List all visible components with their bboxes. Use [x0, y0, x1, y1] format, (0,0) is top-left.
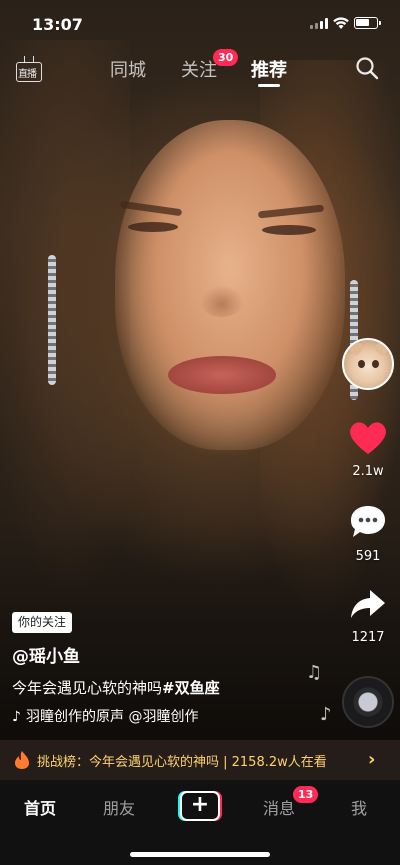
sound-marquee[interactable]: ♪ 羽瞳创作的原声 @羽瞳创作 — [12, 706, 216, 726]
following-tag: 你的关注 — [12, 612, 73, 633]
bottom-tab-bar: 首页 朋友 + 消息 13 我 — [0, 780, 400, 865]
share-arrow-icon — [351, 590, 385, 618]
challenge-text: 挑战榜：今年会遇见心软的神吗 | 2158.2w人在看 — [37, 755, 327, 770]
music-note-icon: ♫ — [306, 662, 323, 683]
comment-icon — [351, 506, 385, 537]
battery-icon — [354, 17, 381, 29]
tab-home[interactable]: 首页 — [24, 795, 56, 819]
tab-me[interactable]: 我 — [351, 795, 367, 819]
tab-following[interactable]: 关注 — [181, 56, 217, 82]
video-frame-face — [115, 120, 345, 450]
messages-badge: 13 — [293, 786, 319, 803]
caption-text: 今年会遇见心软的神吗 — [12, 679, 163, 697]
share-button[interactable]: 1217 — [342, 586, 394, 645]
tiktok-note-icon: ♪ — [12, 709, 21, 725]
tab-nearby[interactable]: 同城 — [110, 56, 146, 82]
video-frame-lips — [168, 356, 276, 394]
flame-icon — [15, 751, 29, 769]
plus-icon: + — [180, 791, 220, 821]
status-bar: 13:07 — [0, 0, 400, 48]
wifi-icon — [333, 17, 349, 29]
live-icon-label: 直播 — [18, 69, 37, 80]
tab-recommended[interactable]: 推荐 — [251, 56, 287, 82]
create-button[interactable]: + — [178, 791, 222, 821]
video-frame-nose — [200, 285, 244, 317]
top-nav: 直播 同城 关注 30 推荐 — [0, 48, 400, 92]
share-count: 1217 — [351, 630, 385, 645]
live-tv-icon[interactable]: 直播 — [16, 56, 42, 82]
search-icon[interactable] — [355, 56, 379, 80]
status-time: 13:07 — [32, 15, 83, 34]
like-count: 2.1w — [352, 464, 384, 479]
video-frame-earring — [48, 255, 56, 385]
video-frame-eye — [262, 225, 316, 235]
tab-messages[interactable]: 消息 — [263, 795, 295, 819]
active-tab-indicator — [258, 84, 280, 87]
author-avatar[interactable] — [342, 338, 394, 390]
like-button[interactable]: 2.1w — [342, 420, 394, 479]
video-frame-eye — [128, 222, 178, 232]
author-username[interactable]: @瑶小鱼 — [12, 642, 80, 667]
challenge-bar[interactable]: 挑战榜：今年会遇见心软的神吗 | 2158.2w人在看 › — [0, 740, 400, 780]
hashtag-link[interactable]: #双鱼座 — [162, 679, 220, 697]
comment-button[interactable]: 591 — [342, 503, 394, 564]
sound-label: 羽瞳创作的原声 @羽瞳创作 — [26, 709, 199, 725]
music-note-icon: ♪ — [320, 704, 332, 725]
music-disc-button[interactable] — [342, 676, 394, 728]
tab-friends[interactable]: 朋友 — [103, 795, 135, 819]
comment-count: 591 — [355, 549, 381, 564]
following-badge: 30 — [213, 49, 239, 66]
video-caption: 今年会遇见心软的神吗#双鱼座 — [12, 677, 220, 698]
chevron-right-icon: › — [368, 749, 376, 770]
video-frame-hair — [0, 40, 130, 600]
cellular-signal-icon — [310, 18, 328, 29]
heart-icon — [350, 422, 386, 454]
home-indicator — [130, 852, 270, 857]
